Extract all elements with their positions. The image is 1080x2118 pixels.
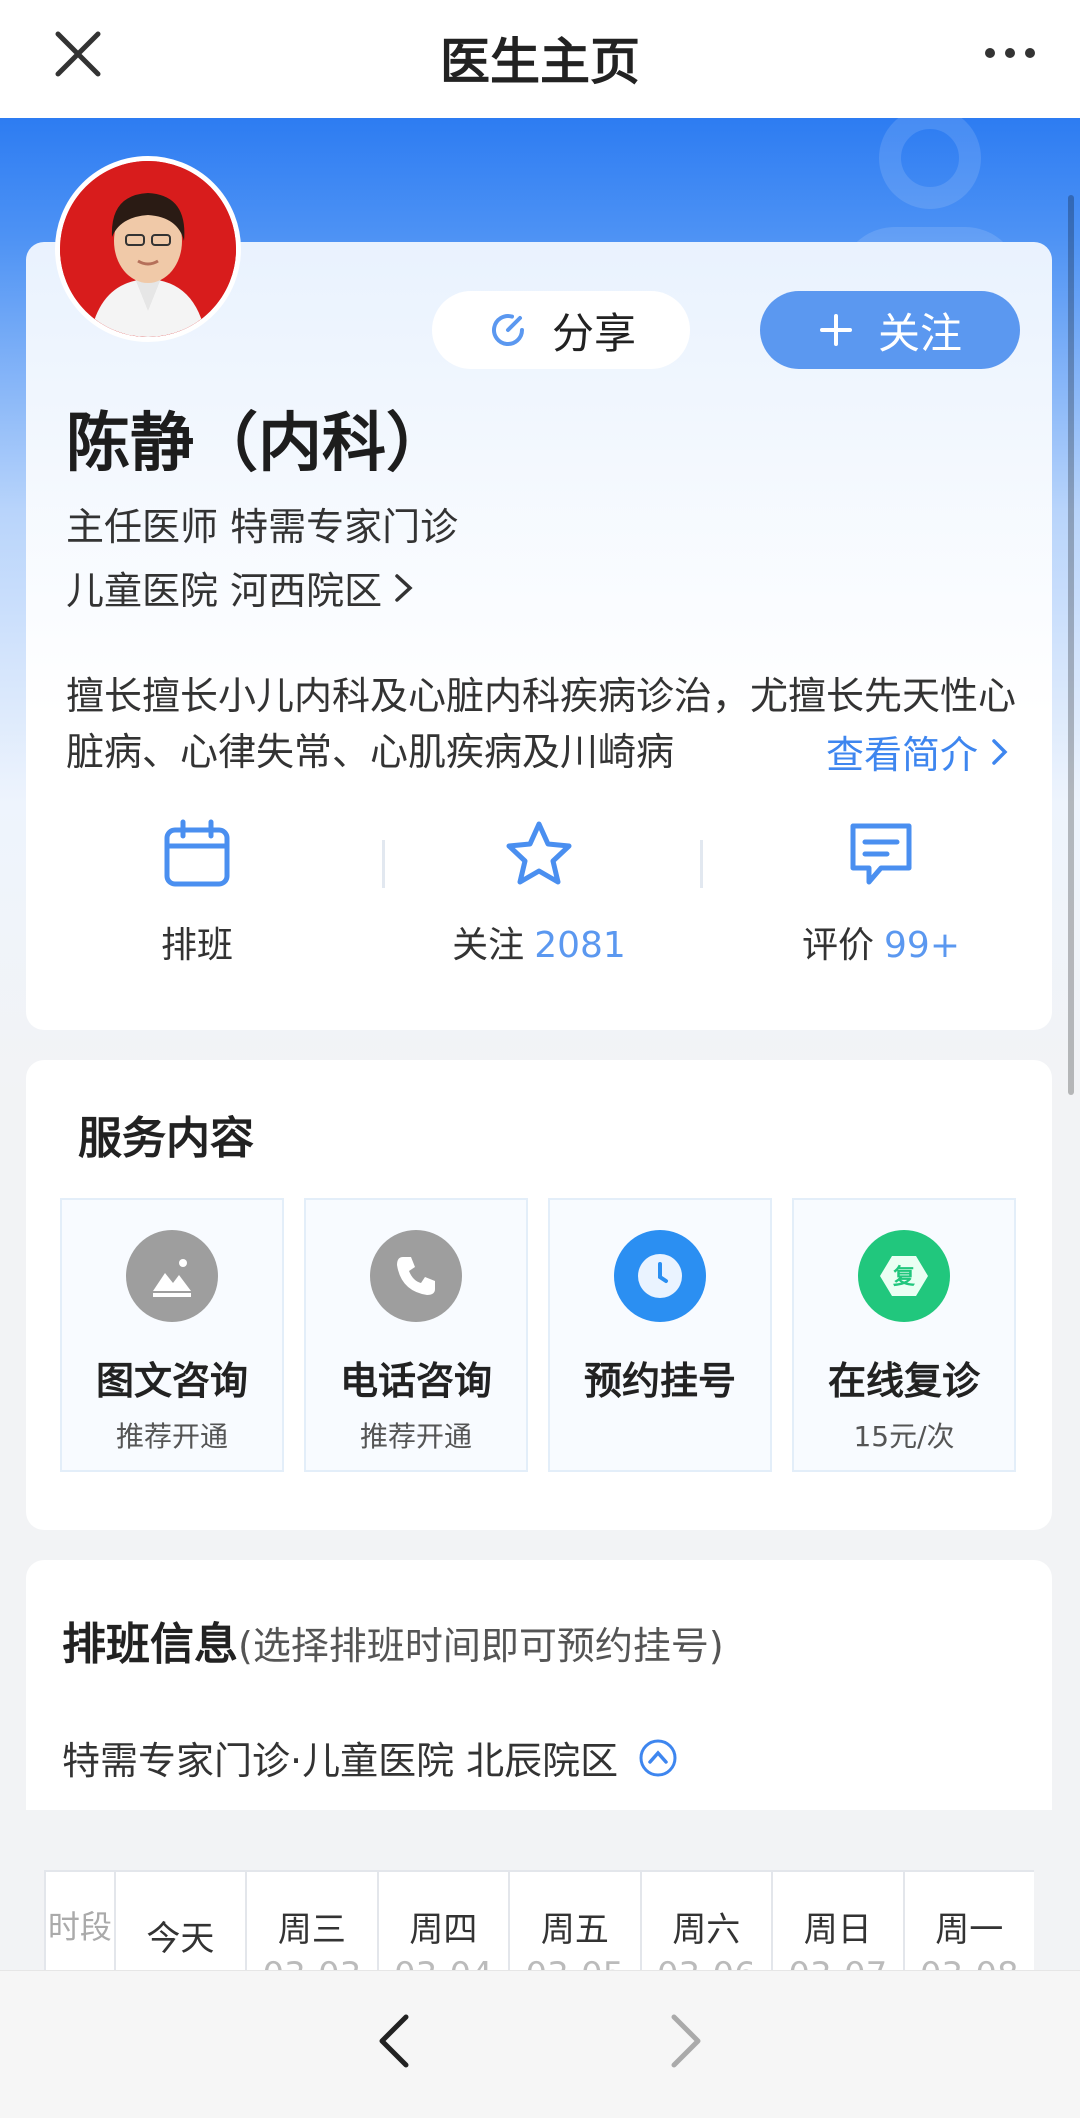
chevron-right-icon	[395, 573, 413, 602]
top-nav-bar: 医生主页	[0, 0, 1080, 118]
doctor-name: 陈静（内科）	[66, 407, 450, 481]
period-header: 时段	[44, 1870, 114, 1970]
chevron-up-circle-icon	[639, 1739, 677, 1776]
schedule-section: 排班信息(选择排班时间即可预约挂号) 特需专家门诊·儿童医院 北辰院区	[26, 1560, 1052, 1810]
schedule-hint: (选择排班时间即可预约挂号)	[238, 1624, 724, 1668]
scrollbar[interactable]	[1068, 195, 1074, 1095]
service-image-consult[interactable]: 图文咨询 推荐开通	[60, 1198, 284, 1472]
day-weekday: 周六	[672, 1910, 741, 1950]
day-weekday: 周五	[540, 1910, 609, 1950]
share-button[interactable]: 分享	[432, 291, 690, 369]
service-name: 图文咨询	[95, 1359, 248, 1403]
day-date: 03-07	[788, 1955, 887, 1970]
doctor-avatar	[55, 156, 241, 342]
phone-icon	[370, 1230, 462, 1322]
forward-arrow-icon[interactable]	[664, 2011, 708, 2071]
view-intro-label: 查看简介	[826, 733, 979, 777]
clock-icon	[614, 1230, 706, 1322]
stat-follow-count: 2081	[534, 925, 626, 966]
share-label: 分享	[551, 308, 636, 358]
day-date: 03-04	[394, 1955, 493, 1970]
schedule-table-header: 时段 今天 周三 03-03 周四 03-04 周五 03-05 周六 03-0…	[44, 1870, 1034, 1970]
day-column[interactable]: 今天	[113, 1870, 246, 1970]
view-intro-link[interactable]: 查看简介	[822, 724, 1011, 779]
schedule-title: 排班信息(选择排班时间即可预约挂号)	[62, 1608, 724, 1672]
share-icon	[492, 314, 524, 346]
page-title: 医生主页	[440, 33, 640, 91]
stat-follow[interactable]: 关注 2081	[368, 818, 710, 978]
day-weekday: 周一	[935, 1910, 1004, 1950]
service-phone-consult[interactable]: 电话咨询 推荐开通	[304, 1198, 528, 1472]
day-column[interactable]: 周三 03-03	[245, 1870, 377, 1970]
star-icon	[506, 821, 572, 885]
day-date: 03-08	[920, 1955, 1019, 1970]
stat-review-label: 评价	[802, 925, 875, 966]
stat-follow-text: 关注 2081	[452, 916, 626, 968]
day-date: 03-03	[262, 1955, 361, 1970]
stat-divider	[382, 840, 385, 888]
doctor-stats: 排班 关注 2081 评价 99+	[26, 818, 1052, 978]
stat-review-text: 评价 99+	[802, 916, 960, 968]
period-label: 时段	[47, 1908, 112, 1946]
back-arrow-icon[interactable]	[372, 2011, 416, 2071]
hospital-link[interactable]: 儿童医院 河西院区	[66, 560, 416, 615]
day-column[interactable]: 周五 03-05	[508, 1870, 640, 1970]
revisit-icon: 复	[858, 1230, 950, 1322]
service-sub: 15元/次	[853, 1420, 955, 1453]
schedule-dept-toggle[interactable]: 特需专家门诊·儿童医院 北辰院区	[62, 1730, 678, 1785]
service-title: 服务内容	[78, 1113, 254, 1164]
day-weekday: 周四	[409, 1910, 478, 1950]
hospital-name: 儿童医院 河西院区	[66, 569, 383, 613]
doctor-title: 主任医师 特需专家门诊	[66, 505, 459, 549]
revisit-badge: 复	[892, 1264, 916, 1290]
service-name: 预约挂号	[583, 1359, 736, 1403]
stat-review-count: 99+	[884, 925, 960, 966]
follow-button[interactable]: 关注	[760, 291, 1020, 369]
more-icon[interactable]	[982, 38, 1038, 68]
day-weekday: 周日	[803, 1910, 872, 1950]
day-column[interactable]: 周四 03-04	[376, 1870, 509, 1970]
schedule-table: 时段 今天 周三 03-03 周四 03-04 周五 03-05 周六 03-0…	[44, 1870, 1034, 1970]
follow-label: 关注	[877, 308, 962, 358]
image-chat-icon	[126, 1230, 218, 1322]
service-name: 电话咨询	[339, 1359, 492, 1403]
calendar-icon	[164, 819, 230, 887]
bottom-nav-bar	[0, 1970, 1080, 2118]
day-column[interactable]: 周日 03-07	[771, 1870, 903, 1970]
stat-divider	[700, 840, 703, 888]
stat-schedule[interactable]: 排班	[26, 818, 368, 978]
chevron-right-icon	[992, 739, 1008, 765]
service-name: 在线复诊	[827, 1359, 980, 1403]
service-sub: 推荐开通	[359, 1420, 472, 1453]
service-online-revisit[interactable]: 复 在线复诊 15元/次	[792, 1198, 1016, 1472]
day-date: 03-05	[525, 1955, 624, 1970]
schedule-title-text: 排班信息	[62, 1619, 238, 1670]
stat-review[interactable]: 评价 99+	[710, 818, 1052, 978]
service-appointment[interactable]: 预约挂号	[548, 1198, 772, 1472]
day-weekday: 今天	[146, 1918, 215, 1959]
day-weekday: 周三	[277, 1910, 346, 1950]
day-date: 03-06	[657, 1955, 756, 1970]
plus-icon	[819, 314, 852, 346]
schedule-dept: 特需专家门诊·儿童医院 北辰院区	[62, 1739, 619, 1783]
comment-icon	[850, 823, 912, 885]
stat-schedule-label: 排班	[160, 925, 233, 966]
day-column[interactable]: 周六 03-06	[639, 1870, 772, 1970]
stat-follow-label: 关注	[452, 925, 525, 966]
service-grid: 图文咨询 推荐开通 电话咨询 推荐开通 预约挂号 复 在线复诊 15元/次	[60, 1198, 1016, 1472]
service-sub: 推荐开通	[115, 1420, 228, 1453]
day-column[interactable]: 周一 03-08	[902, 1870, 1034, 1970]
service-section: 服务内容 图文咨询 推荐开通 电话咨询 推荐开通 预约挂号 复 在线复诊 15元…	[26, 1060, 1052, 1530]
